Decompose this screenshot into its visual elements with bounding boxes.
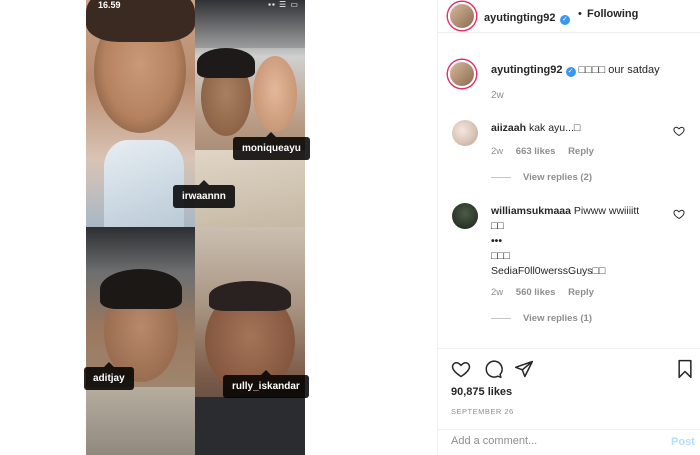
status-bar-icons: ▪▪ ☰ ▭ <box>268 0 299 9</box>
caption-timestamp[interactable]: 2w <box>491 90 504 101</box>
shirt-shape <box>195 397 305 455</box>
header-separator: • <box>578 8 582 20</box>
likes-count[interactable]: 90,875 likes <box>451 386 512 398</box>
verified-badge-icon: ✓ <box>565 67 576 77</box>
status-bar-time: 16.59 <box>98 0 121 10</box>
user-tag-rully-iskandar[interactable]: rully_iskandar <box>223 370 309 398</box>
post-media-area: 16.59 ▪▪ ☰ ▭ irwaannn moniqueayu aditjay… <box>0 0 437 455</box>
author-avatar[interactable] <box>448 2 476 30</box>
comment-time[interactable]: 2w <box>491 146 503 157</box>
view-replies-button[interactable]: View replies (2) <box>491 172 592 183</box>
add-comment-input[interactable] <box>451 435 651 447</box>
comment-text: kak ayu...□ <box>528 122 581 134</box>
photo-tile-bottom-right <box>195 227 305 455</box>
face-shape <box>253 56 297 132</box>
post-actions: 90,875 likes SEPTEMBER 26 Post <box>438 348 700 453</box>
add-comment-bar: Post <box>438 429 700 455</box>
hair-shape <box>197 48 255 78</box>
comment-username[interactable]: williamsukmaaa <box>491 205 571 217</box>
following-button[interactable]: Following <box>587 8 638 20</box>
comment-text-line: SediaF0ll0werssGuys□□ <box>491 265 606 277</box>
post-side-panel: ayutingting92 ✓ • Following ayutingting9… <box>437 0 700 455</box>
user-tag-moniqueayu[interactable]: moniqueayu <box>233 132 310 160</box>
comment-text-line: □□ <box>491 220 504 232</box>
author-username-row: ayutingting92 ✓ <box>484 8 570 26</box>
comment-bubble-icon[interactable] <box>483 359 503 379</box>
caption-line: ayutingting92 ✓ □□□□ our satday <box>491 64 660 77</box>
comment-first-line: williamsukmaaa Piwww wwiiiitt <box>491 204 671 219</box>
caption-author-avatar[interactable] <box>448 60 476 88</box>
comment-meta: 2w 560 likes Reply <box>491 287 604 298</box>
comment-likes[interactable]: 560 likes <box>516 287 556 298</box>
save-bookmark-icon[interactable] <box>675 359 695 379</box>
comment-reply-button[interactable]: Reply <box>568 287 594 298</box>
like-heart-icon[interactable] <box>451 359 471 379</box>
commenter-avatar[interactable] <box>452 120 478 146</box>
comment-body: williamsukmaaa Piwww wwiiiitt □□ ••• □□□… <box>491 204 671 279</box>
post-header: ayutingting92 ✓ • Following <box>438 0 700 33</box>
user-tag-aditjay[interactable]: aditjay <box>84 362 134 390</box>
hair-shape <box>100 269 182 309</box>
post-comment-button[interactable]: Post <box>671 436 695 448</box>
view-replies-button[interactable]: View replies (1) <box>491 313 592 324</box>
comment-body: aiizaah kak ayu...□ <box>491 121 671 136</box>
user-tag-irwaannn[interactable]: irwaannn <box>173 180 235 208</box>
view-replies-label: View replies (2) <box>523 172 592 183</box>
comment-text-line: ••• <box>491 235 503 247</box>
comment-time[interactable]: 2w <box>491 287 503 298</box>
comment-meta: 2w 663 likes Reply <box>491 146 604 157</box>
caption-username[interactable]: ayutingting92 <box>491 64 563 76</box>
view-replies-divider <box>491 176 511 178</box>
view-replies-label: View replies (1) <box>523 313 592 324</box>
shirt-shape <box>104 140 184 227</box>
view-replies-divider <box>491 317 511 319</box>
photo-tile-bottom-left <box>86 227 195 455</box>
commenter-avatar[interactable] <box>452 203 478 229</box>
verified-badge-icon: ✓ <box>559 15 570 25</box>
comment-text: Piwww wwiiiitt <box>573 205 640 217</box>
comment-like-heart-icon[interactable] <box>673 208 685 220</box>
instagram-post-page: 16.59 ▪▪ ☰ ▭ irwaannn moniqueayu aditjay… <box>0 0 700 455</box>
shirt-shape <box>86 387 195 455</box>
comment-reply-button[interactable]: Reply <box>568 146 594 157</box>
hair-shape <box>209 281 291 311</box>
comment-likes[interactable]: 663 likes <box>516 146 556 157</box>
comment-text-line: □□□ <box>491 250 511 262</box>
post-date[interactable]: SEPTEMBER 26 <box>451 407 514 416</box>
share-paper-plane-icon[interactable] <box>514 359 534 379</box>
caption-text: □□□□ our satday <box>578 64 660 76</box>
author-username[interactable]: ayutingting92 <box>484 12 556 24</box>
comment-like-heart-icon[interactable] <box>673 125 685 137</box>
comment-username[interactable]: aiizaah <box>491 122 526 134</box>
